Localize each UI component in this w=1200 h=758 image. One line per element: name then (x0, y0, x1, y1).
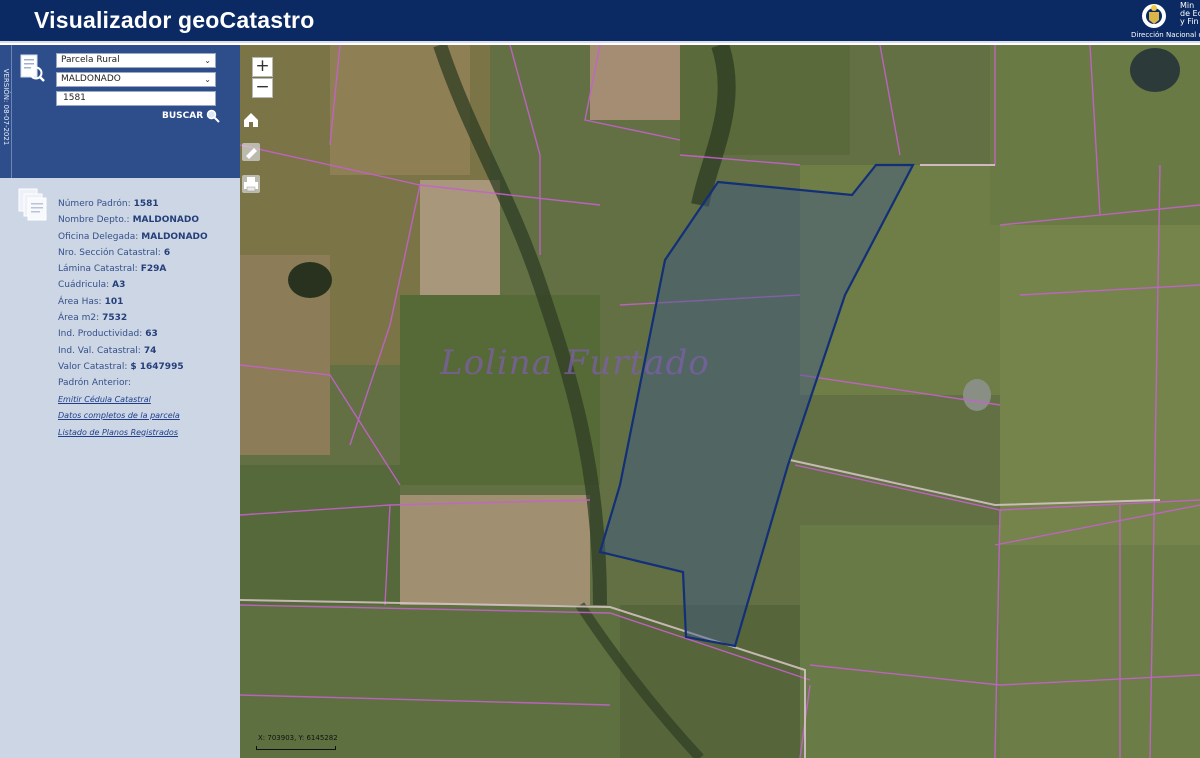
version-label: VERSIÓN: 08-07-2021 (2, 68, 10, 146)
info-row-val-catastral: Ind. Val. Catastral: 74 (58, 345, 157, 356)
padron-input[interactable]: 1581 (56, 91, 216, 106)
info-row-cuadricula: Cuádricula: A3 (58, 280, 126, 291)
listado-planos-link[interactable]: Listado de Planos Registrados (58, 428, 208, 445)
chevron-down-icon: ⌄ (204, 56, 211, 65)
map-view[interactable]: + − Lolina Furtado X: 703903, Y: 6145282 (240, 45, 1200, 758)
info-row-lamina: Lámina Catastral: F29A (58, 264, 167, 275)
app-header: Visualizador geoCatastro Min de Ec y Fin… (0, 0, 1200, 43)
info-row-valor: Valor Catastral: $ 1647995 (58, 361, 184, 372)
datos-completos-link[interactable]: Datos completos de la parcela (58, 411, 208, 428)
version-strip: VERSIÓN: 08-07-2021 (0, 45, 12, 178)
agency-name: Dirección Nacional d (1131, 31, 1200, 39)
zoom-out-button[interactable]: − (252, 78, 273, 98)
coordinates-readout: X: 703903, Y: 6145282 (258, 734, 338, 742)
measure-icon[interactable] (240, 141, 262, 163)
satellite-map (240, 45, 1200, 758)
magnifier-icon[interactable] (206, 109, 220, 123)
watermark-text: Lolina Furtado (440, 343, 710, 383)
documents-icon (18, 188, 47, 221)
department-select[interactable]: MALDONADO ⌄ (56, 72, 216, 87)
print-icon[interactable] (240, 173, 262, 195)
type-select-value: Parcela Rural (61, 55, 120, 65)
info-row-seccion: Nro. Sección Catastral: 6 (58, 247, 171, 258)
home-icon[interactable] (240, 109, 262, 131)
search-button[interactable]: BUSCAR (162, 111, 203, 121)
government-logo-icon (1142, 4, 1166, 28)
zoom-in-button[interactable]: + (252, 57, 273, 77)
document-search-icon (20, 54, 45, 82)
info-row-area-has: Área Has: 101 (58, 296, 124, 307)
ministry-name: Min de Ec y Fin (1180, 1, 1200, 26)
info-row-padron: Número Padrón: 1581 (58, 199, 159, 209)
app-title: Visualizador geoCatastro (34, 7, 315, 33)
department-select-value: MALDONADO (61, 74, 121, 84)
type-select[interactable]: Parcela Rural ⌄ (56, 53, 216, 68)
search-panel: Parcela Rural ⌄ MALDONADO ⌄ 1581 BUSCAR (12, 45, 240, 178)
info-row-depto: Nombre Depto.: MALDONADO (58, 215, 199, 226)
chevron-down-icon: ⌄ (204, 75, 211, 84)
info-row-oficina: Oficina Delegada: MALDONADO (58, 231, 208, 242)
scale-bar (256, 746, 336, 750)
info-row-productividad: Ind. Productividad: 63 (58, 329, 158, 340)
left-panel: VERSIÓN: 08-07-2021 Parcela Rural ⌄ MALD… (0, 45, 240, 758)
parcel-info-list: Número Padrón: 1581 Nombre Depto.: MALDONA… (58, 199, 208, 444)
info-row-padron-anterior: Padrón Anterior: (58, 378, 132, 389)
emitir-cedula-link[interactable]: Emitir Cédula Catastral (58, 395, 208, 412)
info-row-area-m2: Área m2: 7532 (58, 313, 128, 324)
